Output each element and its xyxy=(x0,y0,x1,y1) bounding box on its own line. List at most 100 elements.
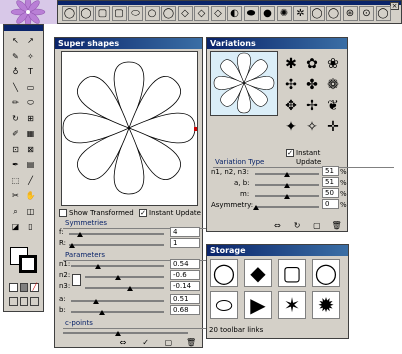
apply-icon[interactable]: ⇔ xyxy=(113,339,133,347)
toolbar-shape-15-button[interactable]: ◯ xyxy=(309,6,325,21)
n2-slider-thumb[interactable] xyxy=(115,275,121,280)
var-refresh-icon[interactable]: ↻ xyxy=(289,222,306,230)
cpoints-slider[interactable] xyxy=(63,332,188,334)
var-trash-icon[interactable]: 🗑 xyxy=(328,222,345,230)
var-new-icon[interactable]: ▢ xyxy=(309,222,326,230)
storage-thumb-0[interactable]: ◯ xyxy=(210,259,238,287)
toolbar-shape-12-button[interactable]: ● xyxy=(260,6,275,21)
tool-15-icon[interactable]: ⊠ xyxy=(25,144,36,155)
toolbar-shape-5-button[interactable]: ○ xyxy=(144,6,160,21)
toolbar-shape-7-button[interactable]: ◇ xyxy=(177,6,193,21)
tool-9-icon[interactable]: ⬭ xyxy=(25,97,36,108)
asymmetry-slider[interactable] xyxy=(255,206,319,208)
storage-thumb-4[interactable]: ⬭ xyxy=(210,291,238,319)
trash-icon[interactable]: 🗑 xyxy=(181,339,201,347)
tool-7-icon[interactable]: ▭ xyxy=(25,82,36,93)
tool-12-icon[interactable]: ✐ xyxy=(10,128,21,139)
toolbar-shape-10-button[interactable]: ◐ xyxy=(227,6,242,21)
toolbar-titlebar[interactable] xyxy=(58,1,401,5)
toolbar-shape-2-button[interactable]: ▢ xyxy=(95,6,110,21)
toolbar-shape-13-button[interactable]: ✺ xyxy=(276,6,292,21)
tool-18-icon[interactable]: ⬚ xyxy=(10,175,21,186)
ab-thumb[interactable] xyxy=(284,183,290,188)
toolbar-shape-11-button[interactable]: ⬬ xyxy=(243,6,259,21)
tool-20-icon[interactable]: ✂ xyxy=(10,190,21,201)
toolbar-shape-16-button[interactable]: ◯ xyxy=(326,6,341,21)
n1n2n3-thumb[interactable] xyxy=(284,172,290,177)
tool-19-icon[interactable]: ╱ xyxy=(25,175,36,186)
new-icon[interactable]: ▢ xyxy=(159,339,179,347)
screen-mode-buttons[interactable] xyxy=(9,297,40,306)
storage-thumb-1[interactable]: ◆ xyxy=(244,259,272,287)
variations-titlebar[interactable]: Variations xyxy=(207,38,347,49)
n1-slider[interactable] xyxy=(71,265,164,267)
b-slider[interactable] xyxy=(71,311,164,313)
stroke-swatch[interactable] xyxy=(19,255,37,273)
variation-thumb-6[interactable]: ✥ xyxy=(282,97,300,115)
n1-slider-thumb[interactable] xyxy=(95,264,101,269)
a-input[interactable]: 0.51 xyxy=(170,294,200,304)
toolbar-shape-18-button[interactable]: ⊙ xyxy=(359,6,374,21)
r-slider-thumb[interactable] xyxy=(69,243,75,248)
variation-thumb-4[interactable]: ✤ xyxy=(303,76,321,94)
toolbar-shape-9-button[interactable]: ◇ xyxy=(210,6,226,21)
variations-instant-update-checkbox[interactable]: ✓ xyxy=(286,149,294,157)
variation-thumb-3[interactable]: ✣ xyxy=(282,76,300,94)
variation-thumb-9[interactable]: ✦ xyxy=(282,118,300,136)
tool-5-icon[interactable]: T xyxy=(25,66,36,77)
tool-24-icon[interactable]: ◪ xyxy=(10,221,21,232)
storage-thumb-2[interactable]: ▢ xyxy=(278,259,306,287)
variation-thumb-8[interactable]: ❦ xyxy=(324,97,342,115)
n3-slider-thumb[interactable] xyxy=(127,286,133,291)
variation-thumb-2[interactable]: ❀ xyxy=(324,55,342,73)
storage-titlebar[interactable]: Storage xyxy=(207,245,348,256)
asymmetry-thumb[interactable] xyxy=(253,205,259,210)
variations-bottom-buttons[interactable]: ⇔ ↻ ▢ 🗑 xyxy=(269,222,345,230)
variation-thumb-10[interactable]: ✧ xyxy=(303,118,321,136)
tool-0-icon[interactable]: ↖ xyxy=(10,35,21,46)
tool-8-icon[interactable]: ✏ xyxy=(10,97,21,108)
f-slider-thumb[interactable] xyxy=(77,232,83,237)
b-slider-thumb[interactable] xyxy=(99,310,105,315)
storage-thumb-3[interactable]: ◯ xyxy=(312,259,340,287)
tool-21-icon[interactable]: ✋ xyxy=(25,190,36,201)
toolbar-shape-14-button[interactable]: ✲ xyxy=(293,6,308,21)
super-shapes-titlebar[interactable]: Super shapes xyxy=(55,38,202,49)
super-shapes-bottom-buttons[interactable]: ⇔ ✓ ▢ 🗑 xyxy=(113,339,201,347)
toolbar-shape-1-button[interactable]: ◯ xyxy=(78,6,94,21)
check-icon[interactable]: ✓ xyxy=(136,339,156,347)
instant-update-checkbox[interactable]: ✓ xyxy=(139,209,147,217)
toolbar-shape-0-button[interactable]: ◯ xyxy=(62,6,77,21)
variation-thumb-1[interactable]: ✿ xyxy=(303,55,321,73)
toolbar-shape-17-button[interactable]: ⊛ xyxy=(342,6,358,21)
a-slider[interactable] xyxy=(71,300,164,302)
show-transformed-checkbox[interactable] xyxy=(59,209,67,217)
tool-11-icon[interactable]: ⊞ xyxy=(25,113,36,124)
n3-slider[interactable] xyxy=(85,287,164,289)
tool-14-icon[interactable]: ⊡ xyxy=(10,144,21,155)
toolbar-shape-19-button[interactable]: ◯ xyxy=(375,6,391,21)
tool-13-icon[interactable]: ▦ xyxy=(25,128,36,139)
tool-16-icon[interactable]: ✒ xyxy=(10,159,21,170)
tool-17-icon[interactable]: ▤ xyxy=(25,159,36,170)
r-input[interactable]: 1 xyxy=(170,238,200,248)
toolbar-shape-4-button[interactable]: ⬭ xyxy=(128,6,143,21)
toolbar-shape-8-button[interactable]: ◇ xyxy=(194,6,209,21)
storage-thumb-5[interactable]: ▶ xyxy=(244,291,272,319)
cpoints-slider-thumb[interactable] xyxy=(115,331,121,336)
variation-thumb-5[interactable]: ❁ xyxy=(324,76,342,94)
f-input[interactable]: 4 xyxy=(170,227,200,237)
f-slider[interactable] xyxy=(69,233,164,235)
tool-10-icon[interactable]: ↻ xyxy=(10,113,21,124)
n2-input[interactable]: -0.6 xyxy=(170,270,200,280)
tool-22-icon[interactable]: ⌕ xyxy=(10,206,21,217)
tool-6-icon[interactable]: ╲ xyxy=(10,82,21,93)
variation-thumb-7[interactable]: ✢ xyxy=(303,97,321,115)
ab-input[interactable]: 51 xyxy=(322,177,339,187)
storage-thumb-6[interactable]: ✶ xyxy=(278,291,306,319)
tool-2-icon[interactable]: ✎ xyxy=(10,51,21,62)
toolbar-shape-3-button[interactable]: ▢ xyxy=(111,6,127,21)
m-input[interactable]: 50 xyxy=(322,188,339,198)
link-n2-n3-checkbox[interactable] xyxy=(72,274,81,286)
r-slider[interactable] xyxy=(69,244,164,246)
